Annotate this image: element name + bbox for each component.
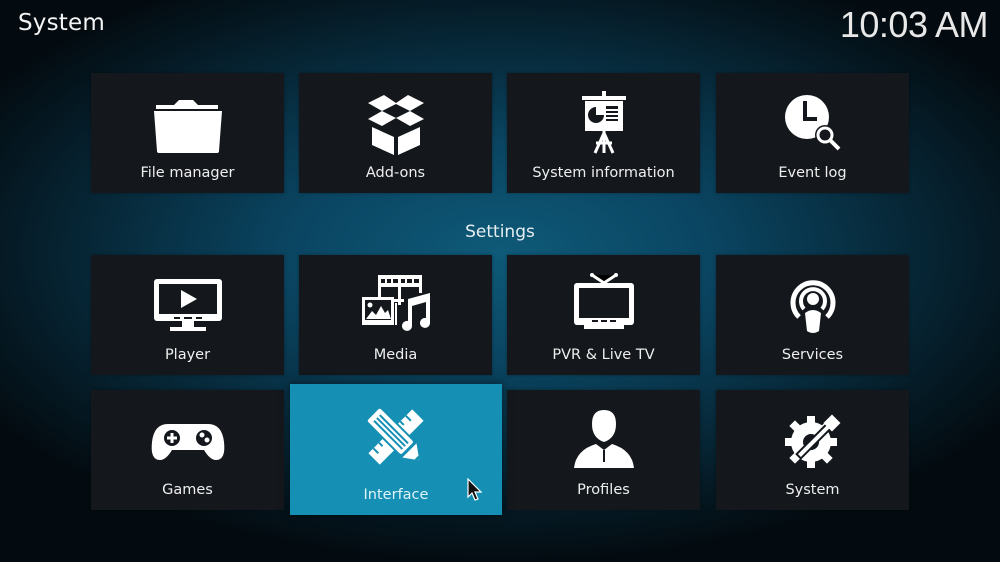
- tile-label: File manager: [140, 165, 235, 181]
- tile-media[interactable]: Media: [299, 255, 492, 375]
- tile-label: System: [785, 482, 840, 498]
- tile-label: Services: [781, 347, 844, 363]
- page-title: System: [18, 10, 105, 36]
- tile-system-information[interactable]: System information: [507, 73, 700, 193]
- mouse-pointer-icon: [467, 477, 483, 502]
- open-box-icon: [358, 91, 434, 157]
- tile-label: Player: [164, 347, 211, 363]
- tile-system[interactable]: System: [716, 390, 909, 510]
- tv-antenna-icon: [566, 273, 642, 339]
- tile-label: System information: [532, 165, 675, 181]
- presentation-board-icon: [566, 91, 642, 157]
- user-silhouette-icon: [566, 408, 642, 474]
- media-film-photo-music-icon: [358, 273, 434, 339]
- tile-label: Media: [373, 347, 418, 363]
- tile-profiles[interactable]: Profiles: [507, 390, 700, 510]
- tile-games[interactable]: Games: [91, 390, 284, 510]
- pencil-ruler-icon: [358, 404, 434, 470]
- tile-pvr-live-tv[interactable]: PVR & Live TV: [507, 255, 700, 375]
- tile-label: Event log: [778, 165, 847, 181]
- gear-wrench-icon: [775, 408, 851, 474]
- tile-add-ons[interactable]: Add-ons: [299, 73, 492, 193]
- clock-search-icon: [775, 91, 851, 157]
- tile-label: PVR & Live TV: [552, 347, 655, 363]
- gamepad-icon: [150, 408, 226, 474]
- tile-label: Games: [162, 482, 213, 498]
- tile-services[interactable]: Services: [716, 255, 909, 375]
- tile-player[interactable]: Player: [91, 255, 284, 375]
- broadcast-person-icon: [775, 273, 851, 339]
- tile-event-log[interactable]: Event log: [716, 73, 909, 193]
- tile-label: Profiles: [577, 482, 630, 498]
- tile-file-manager[interactable]: File manager: [91, 73, 284, 193]
- settings-heading: Settings: [465, 222, 535, 242]
- tile-label: Add-ons: [365, 165, 426, 181]
- tv-play-icon: [150, 273, 226, 339]
- clock: 10:03 AM: [839, 4, 989, 45]
- folder-icon: [150, 91, 226, 157]
